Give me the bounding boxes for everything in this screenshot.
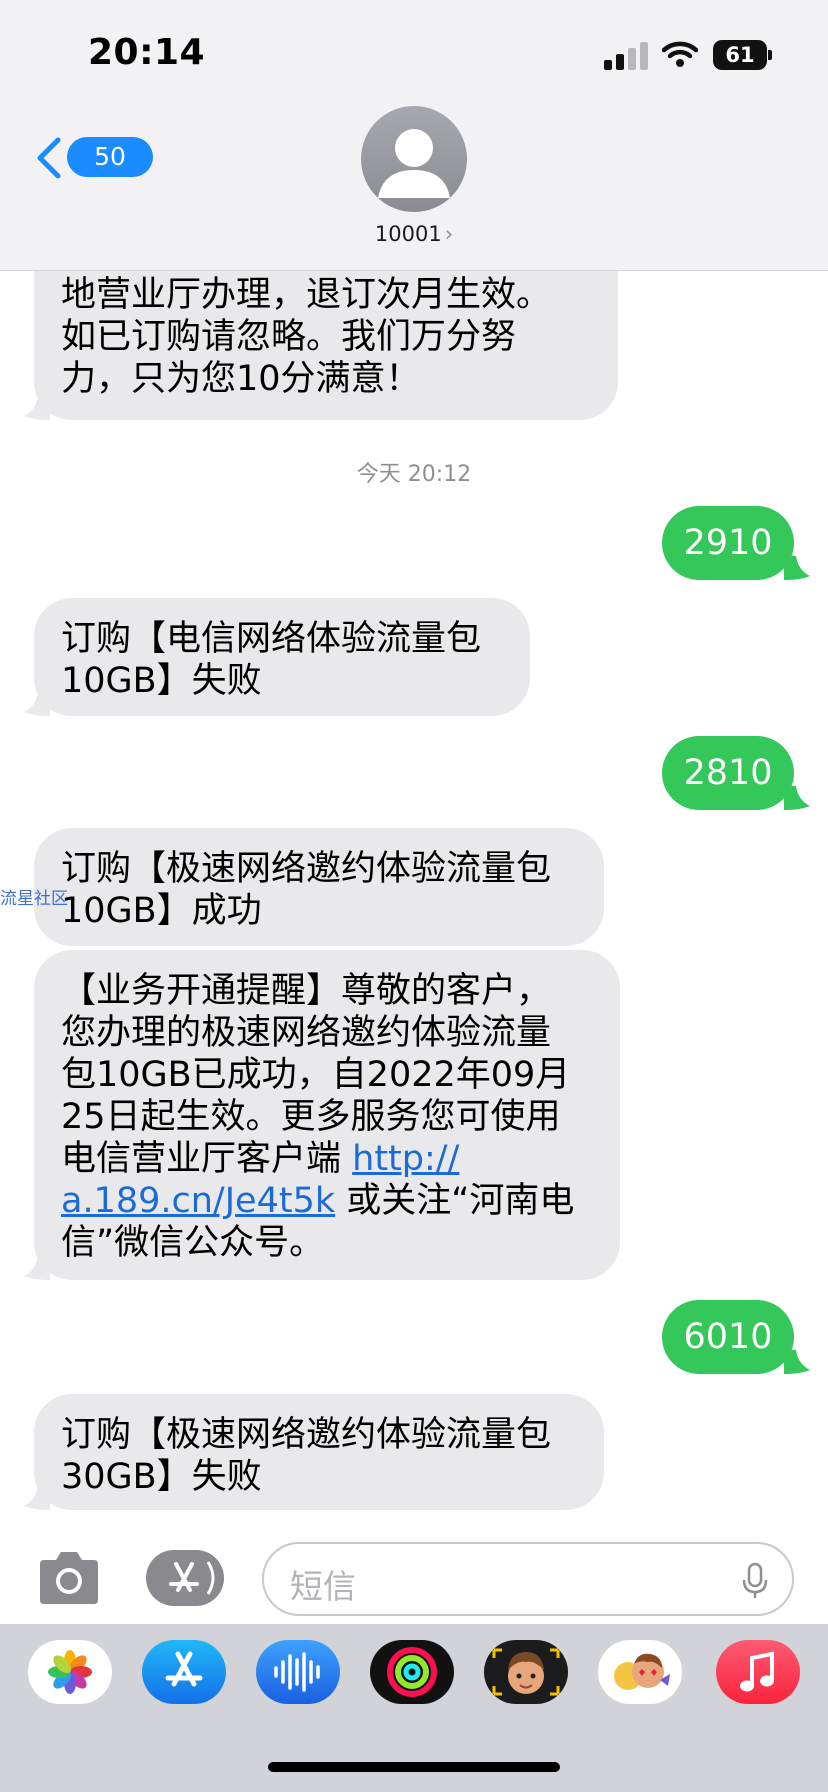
chevron-right-icon: › [444, 222, 454, 246]
conversation-header: 20:14 61 50 10001 › [0, 0, 828, 271]
sent-message[interactable]: 2910 [662, 506, 794, 580]
app-store-icon [169, 1561, 215, 1595]
bubble-tail [24, 692, 50, 716]
audio-icon[interactable] [256, 1640, 340, 1704]
wifi-icon [662, 41, 698, 67]
bubble-tail [24, 1486, 50, 1510]
received-message[interactable]: 订购【电信网络体验流量包 10GB】失败 [34, 598, 530, 716]
contact-avatar[interactable] [361, 106, 467, 212]
unread-count-badge: 50 [67, 137, 153, 177]
battery-icon: 61 [713, 40, 767, 70]
stickers-icon[interactable] [598, 1640, 682, 1704]
photos-icon[interactable] [28, 1640, 112, 1704]
app-store-button[interactable] [146, 1550, 224, 1606]
music-icon[interactable] [716, 1640, 800, 1704]
cellular-signal-icon [604, 42, 650, 70]
sent-message[interactable]: 2810 [662, 736, 794, 810]
chevron-left-icon [37, 137, 61, 179]
memoji-icon[interactable] [484, 1640, 568, 1704]
fitness-icon[interactable] [370, 1640, 454, 1704]
timestamp: 今天 20:12 [356, 462, 472, 487]
bubble-tail [784, 556, 810, 580]
message-input[interactable]: 短信 [262, 1542, 794, 1616]
received-message[interactable]: 订购【极速网络邀约体验流量包 30GB】失败 [34, 1394, 604, 1510]
bubble-tail [784, 1350, 810, 1374]
home-indicator[interactable] [268, 1762, 560, 1772]
microphone-icon[interactable] [742, 1562, 768, 1600]
app-store-icon[interactable] [142, 1640, 226, 1704]
bubble-tail [24, 1256, 50, 1280]
person-icon [378, 129, 450, 198]
status-time: 20:14 [88, 32, 206, 73]
received-message[interactable]: 订购【极速网络邀约体验流量包 10GB】成功 [34, 828, 604, 946]
bubble-tail [784, 786, 810, 810]
sent-message[interactable]: 6010 [662, 1300, 794, 1374]
battery-tip [768, 50, 772, 60]
camera-icon[interactable] [36, 1548, 102, 1608]
message-input-placeholder: 短信 [290, 1567, 356, 1606]
back-button[interactable]: 50 [34, 132, 153, 182]
contact-name[interactable]: 10001 › [360, 222, 468, 246]
bubble-tail [24, 396, 50, 420]
received-message[interactable]: 【业务开通提醒】尊敬的客户， 您办理的极速网络邀约体验流量 包10GB已成功，自… [34, 950, 620, 1280]
watermark: 流星社区 [0, 889, 68, 909]
